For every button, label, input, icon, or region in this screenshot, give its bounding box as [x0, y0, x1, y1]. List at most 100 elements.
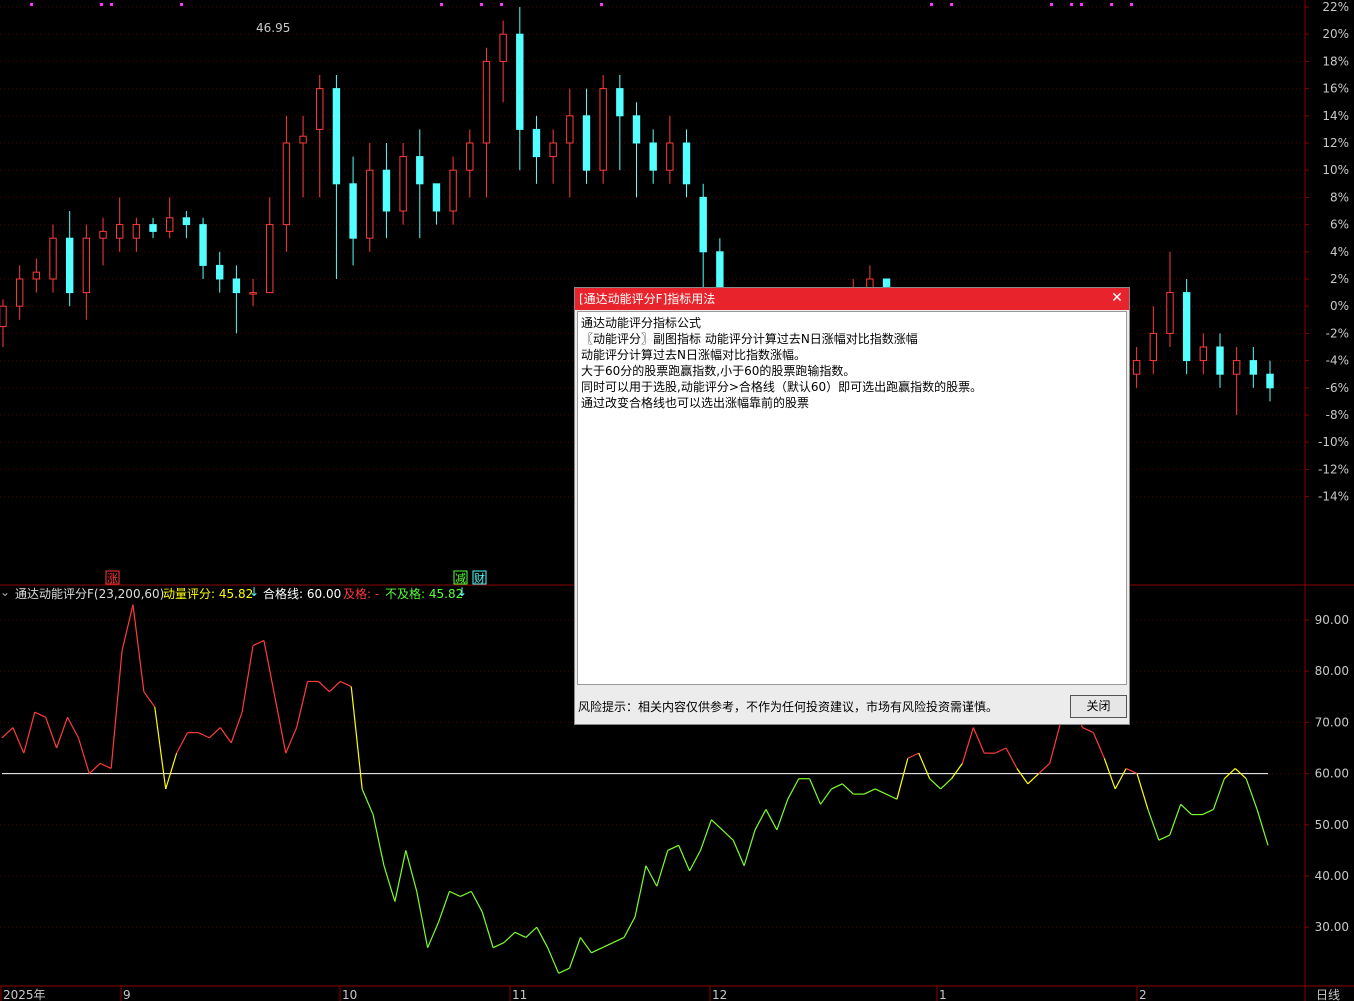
content-line: 通过改变合格线也可以选出涨幅靠前的股票 [581, 396, 810, 410]
score-line-segment [634, 865, 647, 918]
candle-body [1149, 332, 1158, 362]
score-line-segment [951, 763, 963, 780]
score-line-segment [99, 762, 112, 770]
candle-body [499, 33, 507, 62]
candle-body [566, 115, 574, 144]
score-line-segment [536, 926, 549, 948]
candle-body [532, 128, 541, 158]
candle-body [682, 142, 691, 185]
time-axis-label: 10 [342, 988, 357, 1001]
price-axis-label: 22% [1322, 0, 1349, 14]
candle-body [166, 217, 174, 232]
score-line-segment [372, 814, 385, 866]
indicator-toggle-icon[interactable]: ⌄ [0, 585, 10, 599]
signal-dot [1070, 3, 1073, 6]
score-line-segment [1082, 726, 1094, 734]
candle-body [216, 264, 224, 280]
score-line-segment [1256, 809, 1269, 846]
close-icon[interactable]: ✕ [1109, 290, 1125, 306]
score-line-segment [568, 937, 581, 969]
price-axis-label: 16% [1322, 82, 1349, 96]
signal-dot [950, 3, 953, 6]
candle-body [1166, 292, 1174, 334]
price-axis-label: -6% [1326, 381, 1349, 395]
score-line-segment [1180, 803, 1193, 815]
score-line-segment [56, 717, 69, 749]
score-line-segment [1245, 778, 1258, 810]
candle-body [199, 224, 207, 266]
candle-body [182, 217, 191, 226]
candle-body [349, 183, 357, 239]
event-badge-label: 涨 [107, 572, 118, 585]
score-line-segment [765, 809, 778, 831]
score-line-segment [492, 942, 505, 949]
candle-body [299, 135, 307, 144]
score-line-segment [1038, 762, 1051, 775]
candle-body [232, 278, 241, 294]
score-line-segment [241, 645, 254, 713]
score-line-segment [45, 717, 58, 749]
signal-dot [1050, 3, 1053, 6]
candle-body [266, 224, 274, 294]
score-line-segment [1049, 722, 1062, 764]
candle-body [1132, 360, 1141, 375]
indicator-axis-label: 90.00 [1315, 613, 1349, 627]
signal-dot [30, 3, 33, 6]
candle-body [1182, 292, 1191, 362]
usage-dialog[interactable]: [通达动能评分F]指标用法 ✕ 通达动能评分指标公式 〖动能评分〗副图指标 动能… [574, 287, 1130, 725]
dialog-title[interactable]: [通达动能评分F]指标用法 [575, 288, 1129, 310]
signal-dot [1130, 3, 1133, 6]
score-line-segment [896, 758, 909, 800]
indicator-axis-label: 30.00 [1315, 920, 1349, 934]
candle-body [432, 183, 441, 212]
time-axis-label: 11 [512, 988, 527, 1001]
score-label: 动量评分: 45.82 [163, 587, 254, 601]
score-line-segment [994, 747, 1007, 754]
score-line-segment [143, 691, 156, 708]
dialog-content[interactable]: 通达动能评分指标公式 〖动能评分〗副图指标 动能评分计算过去N日涨幅对比指数涨幅… [577, 311, 1127, 685]
event-badge-label: 财 [474, 571, 485, 585]
high-price-marker: 46.95 [256, 21, 290, 35]
score-line-segment [1147, 809, 1160, 841]
close-button[interactable]: 关闭 [1070, 695, 1127, 718]
score-line-segment [841, 783, 854, 795]
score-line-segment [623, 916, 636, 938]
candle-body [65, 237, 74, 294]
score-line-segment [787, 778, 800, 800]
indicator-axis-label: 40.00 [1315, 869, 1349, 883]
score-line-segment [198, 732, 210, 739]
candle-body [282, 142, 291, 226]
score-arrow-icon: ↓ [249, 585, 260, 599]
score-line-segment [110, 650, 123, 769]
score-line-segment [525, 926, 538, 938]
score-line-segment [383, 865, 396, 902]
price-axis-label: -2% [1326, 326, 1349, 340]
score-line-segment [34, 711, 46, 718]
score-line-segment [754, 809, 767, 831]
indicator-name[interactable]: 通达动能评分F(23,200,60) [15, 585, 164, 602]
candle-body [449, 169, 457, 212]
score-line-segment [602, 942, 614, 949]
candle-body [516, 33, 524, 130]
score-line-segment [1169, 804, 1182, 836]
score-line-segment [437, 891, 451, 923]
candle-body [416, 156, 424, 185]
candle-body [1249, 360, 1258, 375]
score-line-segment [121, 604, 134, 651]
time-axis-label: 2025年 [3, 988, 46, 1001]
signal-dot [110, 3, 113, 6]
price-axis-label: -10% [1318, 435, 1349, 449]
score-line-segment [689, 850, 702, 872]
signal-dot [100, 3, 103, 6]
candle-body [399, 156, 407, 212]
signal-dot [1110, 3, 1113, 6]
price-axis-label: 18% [1322, 54, 1349, 68]
candle-body [132, 224, 141, 239]
signal-dot [180, 3, 183, 6]
score-line-segment [208, 727, 221, 739]
indicator-axis-label: 80.00 [1315, 664, 1349, 678]
score-line-segment [656, 850, 669, 887]
score-line-segment [874, 788, 887, 795]
score-line-segment [230, 711, 243, 744]
score-line-segment [427, 921, 440, 948]
